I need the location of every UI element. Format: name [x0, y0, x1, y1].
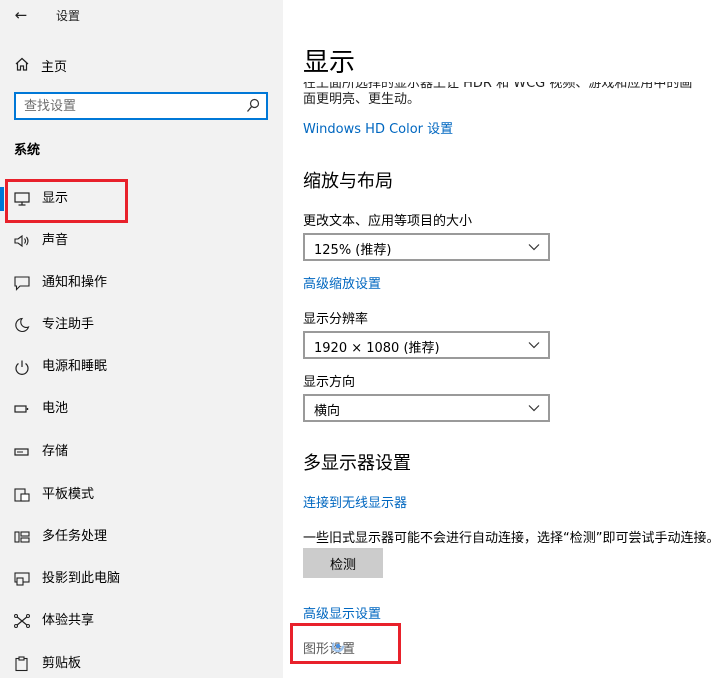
home-icon: [15, 57, 29, 71]
monitor-icon: [14, 192, 30, 206]
multitask-icon: [14, 531, 30, 543]
advanced-display-link[interactable]: 高级显示设置: [303, 603, 381, 622]
scale-layout-heading: 缩放与布局: [303, 171, 393, 192]
sidebar-item-storage[interactable]: 存储: [0, 434, 283, 470]
sidebar-item-focus-assist[interactable]: 专注助手: [0, 307, 283, 343]
multi-display-heading: 多显示器设置: [303, 453, 411, 474]
resolution-value: 1920 × 1080 (推荐): [314, 341, 440, 356]
sidebar-item-label: 体验共享: [42, 613, 95, 628]
sidebar-item-display[interactable]: 显示: [0, 181, 283, 217]
orientation-label: 显示方向: [303, 375, 356, 390]
clipboard-icon: [15, 656, 28, 672]
sidebar-item-project[interactable]: 投影到此电脑: [0, 561, 283, 597]
busy-cursor-icon: [331, 639, 345, 653]
orientation-dropdown[interactable]: 横向: [303, 394, 550, 422]
sidebar-item-label: 通知和操作: [42, 275, 108, 290]
moon-icon: [15, 317, 30, 333]
sidebar: ← 设置 主页 系统 显示 声音: [0, 0, 283, 678]
sidebar-item-label: 显示: [42, 191, 69, 206]
sidebar-item-power[interactable]: 电源和睡眠: [0, 349, 283, 385]
resolution-label: 显示分辨率: [303, 312, 369, 327]
wireless-display-link[interactable]: 连接到无线显示器: [303, 492, 407, 511]
sidebar-item-label: 存储: [42, 444, 69, 459]
search-icon[interactable]: [246, 98, 260, 114]
sidebar-item-multitasking[interactable]: 多任务处理: [0, 519, 283, 555]
tablet-icon: [14, 488, 30, 502]
sidebar-item-label: 平板模式: [42, 487, 95, 502]
app-title: 设置: [56, 9, 81, 23]
sidebar-item-home[interactable]: 主页: [0, 52, 283, 78]
sidebar-item-label: 投影到此电脑: [42, 571, 121, 586]
sidebar-item-tablet-mode[interactable]: 平板模式: [0, 477, 283, 513]
sidebar-item-label: 剪贴板: [42, 656, 82, 671]
chevron-down-icon: [528, 244, 540, 251]
section-heading: 系统: [14, 143, 41, 158]
project-icon: [14, 572, 30, 586]
sidebar-item-label: 专注助手: [42, 317, 95, 332]
storage-icon: [14, 448, 29, 456]
advanced-scaling-link[interactable]: 高级缩放设置: [303, 273, 381, 292]
windows-hd-color-link[interactable]: Windows HD Color 设置: [303, 118, 453, 137]
main-content: 显示 在上面所选择的显示器上让 HDR 和 WCG 视频、游戏和应用中的画面更明…: [283, 0, 720, 678]
sidebar-item-sound[interactable]: 声音: [0, 223, 283, 259]
sidebar-item-clipboard[interactable]: 剪贴板: [0, 646, 283, 678]
hdr-description-viewport: 在上面所选择的显示器上让 HDR 和 WCG 视频、游戏和应用中的画面更明亮、更…: [303, 82, 695, 114]
selection-indicator: [0, 187, 4, 211]
orientation-value: 横向: [314, 404, 341, 419]
sidebar-item-battery[interactable]: 电池: [0, 391, 283, 427]
back-button[interactable]: ←: [10, 5, 32, 25]
sidebar-item-label: 多任务处理: [42, 529, 108, 544]
graphics-settings-link[interactable]: 图形设置: [303, 638, 355, 657]
search-box[interactable]: [14, 92, 268, 120]
sidebar-item-label: 电源和睡眠: [42, 359, 108, 374]
power-icon: [15, 360, 29, 375]
sidebar-item-shared-experiences[interactable]: 体验共享: [0, 603, 283, 639]
battery-icon: [14, 405, 29, 413]
sidebar-item-label: 电池: [42, 401, 69, 416]
search-input[interactable]: [16, 94, 236, 118]
chevron-down-icon: [528, 405, 540, 412]
notification-icon: [14, 276, 30, 291]
sidebar-item-notifications[interactable]: 通知和操作: [0, 265, 283, 301]
sidebar-item-label: 声音: [42, 233, 69, 248]
scale-value: 125% (推荐): [314, 243, 392, 258]
scale-label: 更改文本、应用等项目的大小: [303, 214, 473, 229]
detect-description: 一些旧式显示器可能不会进行自动连接，选择“检测”即可尝试手动连接。: [303, 531, 720, 546]
page-title: 显示: [303, 48, 356, 78]
scale-dropdown[interactable]: 125% (推荐): [303, 233, 550, 261]
title-bar: ← 设置: [0, 0, 283, 30]
resolution-dropdown[interactable]: 1920 × 1080 (推荐): [303, 331, 550, 359]
detect-button[interactable]: 检测: [303, 548, 383, 578]
hdr-description: 在上面所选择的显示器上让 HDR 和 WCG 视频、游戏和应用中的画面更明亮、更…: [303, 82, 693, 107]
share-icon: [14, 614, 30, 628]
speaker-icon: [14, 234, 29, 248]
sidebar-item-label: 主页: [41, 60, 68, 75]
chevron-down-icon: [528, 342, 540, 349]
